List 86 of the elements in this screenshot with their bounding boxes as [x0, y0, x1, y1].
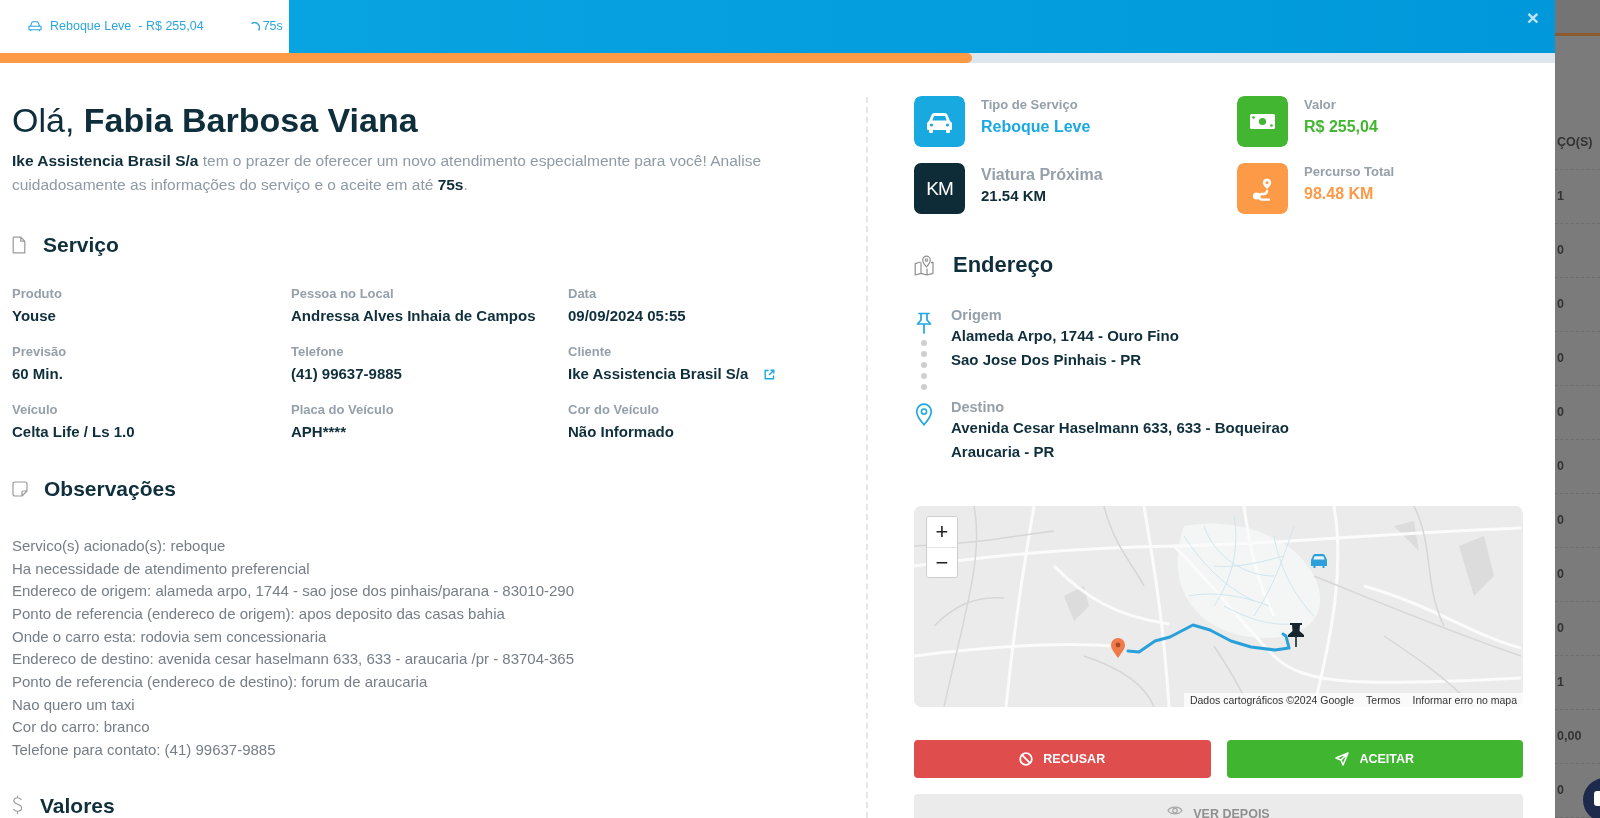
field-label: Previsão — [12, 344, 68, 360]
summary-label: Tipo de Serviço — [981, 97, 1079, 113]
field-label: Pessoa no Local — [291, 286, 395, 302]
field-value: Celta Life / Ls 1.0 — [12, 422, 135, 442]
map-link[interactable]: Informar erro no mapa — [1412, 693, 1517, 707]
observation-line: Ponto de referencia (endereco de origem): apos deposito das casas bahia — [12, 604, 506, 624]
external-link-icon[interactable] — [764, 368, 776, 380]
note-icon — [12, 480, 28, 497]
table-cell: ÇO(S) — [1557, 135, 1593, 150]
table-cell: 0 — [1557, 621, 1564, 636]
address-line: Sao Jose Dos Pinhais - PR — [951, 350, 1143, 370]
greeting-heading: Olá, Fabia Barbosa Viana — [12, 100, 418, 141]
document-icon — [12, 235, 26, 254]
section-title: Serviço — [43, 232, 119, 257]
field-value: (41) 99637-9885 — [291, 364, 402, 384]
observation-line: Endereco de destino: avenida cesar haselmann 633, 633 - araucaria /pr - 83704-365 — [12, 649, 576, 670]
distance-badge: KM — [914, 163, 965, 214]
zoom-out-button[interactable]: − — [927, 547, 957, 577]
observation-line: Ponto de referencia (endereco de destino): forum de araucaria — [12, 672, 429, 693]
spinner-icon — [249, 21, 260, 32]
table-cell: 1 — [1557, 189, 1564, 204]
table-cell: 0 — [1557, 567, 1564, 582]
section-title: Valores — [40, 792, 115, 818]
table-cell: 0 — [1557, 297, 1564, 312]
observation-line: Onde o carro esta: rodovia sem concessionaria — [12, 626, 328, 647]
pushpin-icon — [915, 312, 933, 334]
table-cell: 0 — [1557, 351, 1564, 366]
summary-value: R$ 255,04 — [1304, 117, 1378, 137]
service-type-label: Reboque Leve — [50, 19, 132, 34]
observation-line: Nao quero um taxi — [12, 694, 136, 715]
field-value: Não Informado — [568, 422, 674, 442]
countdown-timer: 75s — [262, 19, 283, 34]
intro-paragraph: Ike Assistencia Brasil S/a tem o prazer de oferecer um novo atendimento especialmente para você! Analise cuidadosamente as informações do serviço e o aceite em até 75s. — [12, 151, 763, 195]
field-value: APH**** — [291, 422, 347, 442]
paper-plane-icon — [1335, 752, 1350, 766]
observation-line: Endereco de origem: alameda arpo, 1744 - sao jose dos pinhais/parana - 83010-290 — [12, 581, 576, 602]
observation-line: Cor do carro: branco — [12, 717, 151, 738]
map-link[interactable]: Termos — [1366, 693, 1401, 707]
section-title: Endereço — [953, 252, 1054, 278]
table-cell: 0 — [1557, 513, 1564, 528]
car-icon — [1311, 554, 1327, 568]
summary-label: Viatura Próxima — [981, 165, 1103, 185]
field-label: Data — [568, 286, 598, 302]
price-label: - R$ 255,04 — [138, 19, 204, 34]
summary-label: Percurso Total — [1304, 164, 1395, 180]
chat-launcher-icon[interactable] — [1583, 778, 1600, 818]
address-line: Araucaria - PR — [951, 442, 1056, 462]
table-cell: 0 — [1557, 783, 1564, 798]
dotted-line — [921, 340, 927, 390]
observation-line: Telefone para contato: (41) 99637-9885 — [12, 740, 277, 761]
field-value: 09/09/2024 05:55 — [568, 306, 686, 326]
summary-value: 98.48 KM — [1304, 184, 1375, 204]
eye-icon — [1167, 805, 1184, 816]
field-label: Placa do Veículo — [291, 402, 395, 418]
observation-line: Servico(s) acionado(s): reboque — [12, 536, 227, 556]
map-marker-icon — [1111, 638, 1125, 658]
summary-label: Valor — [1304, 97, 1337, 113]
table-cell: 1 — [1557, 675, 1564, 690]
address-line: Alameda Arpo, 1744 - Ouro Fino — [951, 326, 1179, 346]
field-label: Telefone — [291, 344, 345, 360]
summary-value: 21.54 KM — [981, 186, 1048, 206]
table-cell: 0 — [1557, 243, 1564, 258]
location-pin-icon — [915, 403, 933, 426]
field-value: 60 Min. — [12, 364, 63, 384]
address-line: Avenida Cesar Haselmann 633, 633 - Boqueirao — [951, 418, 1289, 438]
map-attribution: Dados cartográficos ©2024 Google — [1189, 693, 1355, 707]
table-cell: 0 — [1557, 459, 1564, 474]
field-label: Produto — [12, 286, 63, 302]
summary-value: Reboque Leve — [981, 117, 1091, 137]
field-value: Andressa Alves Inhaia de Campos — [291, 306, 536, 326]
decline-button[interactable]: RECUSAR — [914, 740, 1211, 778]
stop-label: Destino — [951, 398, 1006, 416]
field-label: Cor do Veículo — [568, 402, 660, 418]
field-value: Youse — [12, 306, 56, 326]
pushpin-icon — [1288, 623, 1304, 648]
dollar-icon — [12, 795, 23, 816]
field-label: Veículo — [12, 402, 59, 418]
field-value: Ike Assistencia Brasil S/a — [568, 364, 749, 384]
observation-line: Ha necessidade de atendimento preferencial — [12, 558, 311, 579]
table-cell: 0 — [1557, 405, 1564, 420]
stop-label: Origem — [951, 306, 1003, 324]
field-label: Cliente — [568, 344, 613, 360]
table-cell: 0,00 — [1557, 729, 1582, 744]
section-title: Observações — [44, 476, 176, 501]
car-icon — [28, 21, 42, 32]
ban-icon — [1019, 752, 1034, 766]
